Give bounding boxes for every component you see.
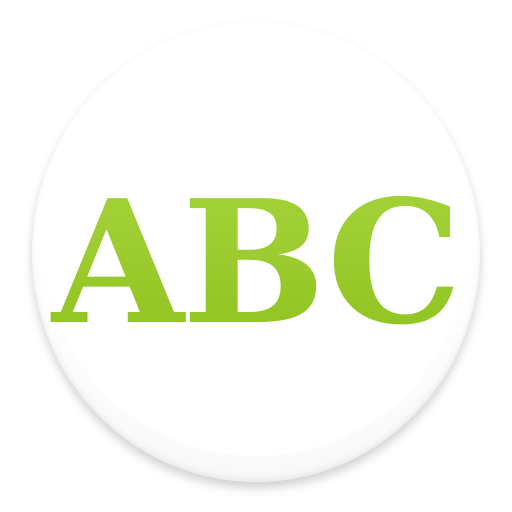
icon-label: ABC bbox=[0, 178, 512, 348]
app-icon: ABC bbox=[0, 0, 512, 512]
